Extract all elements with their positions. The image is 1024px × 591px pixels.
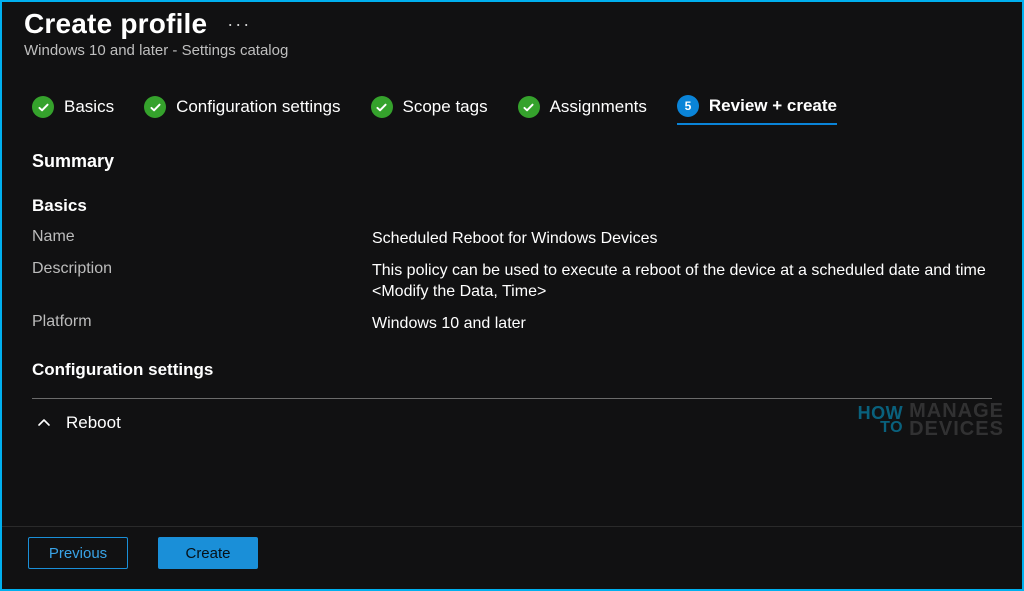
step-review-create[interactable]: 5 Review + create bbox=[677, 95, 837, 125]
configuration-settings-heading: Configuration settings bbox=[32, 360, 992, 380]
step-number-icon: 5 bbox=[677, 95, 699, 117]
summary-heading: Summary bbox=[32, 151, 992, 172]
field-value: This policy can be used to execute a reb… bbox=[372, 260, 992, 303]
step-assignments[interactable]: Assignments bbox=[518, 96, 647, 124]
accordion-reboot[interactable]: Reboot bbox=[32, 399, 992, 447]
field-label: Platform bbox=[32, 313, 372, 335]
basics-heading: Basics bbox=[32, 196, 992, 216]
wizard-stepper: Basics Configuration settings Scope tags… bbox=[2, 61, 1022, 135]
basics-row-name: Name Scheduled Reboot for Windows Device… bbox=[32, 228, 992, 250]
basics-row-platform: Platform Windows 10 and later bbox=[32, 313, 992, 335]
wizard-footer: Previous Create bbox=[2, 526, 1022, 589]
page-subtitle: Windows 10 and later - Settings catalog bbox=[24, 42, 1000, 59]
step-label: Review + create bbox=[709, 96, 837, 116]
create-button[interactable]: Create bbox=[158, 537, 258, 569]
chevron-up-icon bbox=[36, 415, 52, 431]
step-label: Scope tags bbox=[403, 97, 488, 117]
accordion-label: Reboot bbox=[66, 413, 121, 433]
check-icon bbox=[518, 96, 540, 118]
step-label: Assignments bbox=[550, 97, 647, 117]
check-icon bbox=[371, 96, 393, 118]
page-title: Create profile bbox=[24, 8, 207, 40]
basics-row-description: Description This policy can be used to e… bbox=[32, 260, 992, 303]
field-value: Scheduled Reboot for Windows Devices bbox=[372, 228, 992, 250]
more-button[interactable]: ··· bbox=[227, 14, 251, 35]
check-icon bbox=[32, 96, 54, 118]
step-configuration-settings[interactable]: Configuration settings bbox=[144, 96, 340, 124]
step-label: Basics bbox=[64, 97, 114, 117]
field-label: Description bbox=[32, 260, 372, 303]
field-value: Windows 10 and later bbox=[372, 313, 992, 335]
check-icon bbox=[144, 96, 166, 118]
step-label: Configuration settings bbox=[176, 97, 340, 117]
previous-button[interactable]: Previous bbox=[28, 537, 128, 569]
field-label: Name bbox=[32, 228, 372, 250]
step-basics[interactable]: Basics bbox=[32, 96, 114, 124]
step-scope-tags[interactable]: Scope tags bbox=[371, 96, 488, 124]
page-header: Create profile ··· Windows 10 and later … bbox=[2, 2, 1022, 61]
